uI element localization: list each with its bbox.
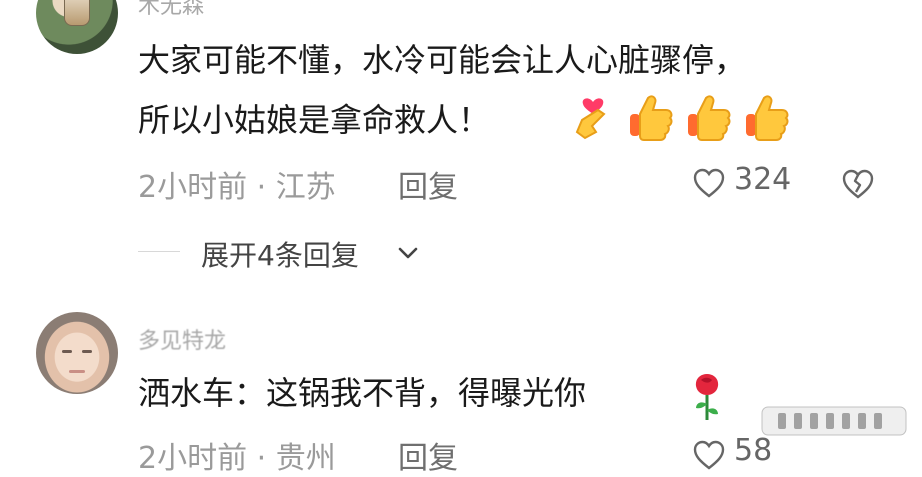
comment-meta: 2小时前 · 江苏 [138,170,336,205]
reply-button[interactable]: 回复 [398,433,458,477]
emoji-row [568,92,792,142]
like-count: 58 [734,433,773,468]
watermark-logo [761,406,907,436]
comment-text-line: 所以小姑娘是拿命救人！ [138,101,491,139]
broken-heart-outline-icon[interactable] [840,166,876,202]
avatar[interactable] [36,0,118,54]
thumbs-up-icon [684,92,734,142]
comment-username[interactable]: 木无森 [138,0,204,20]
chevron-down-icon[interactable] [397,244,419,262]
expand-divider [138,251,180,252]
expand-replies-link[interactable]: 展开4条回复 [201,234,359,274]
avatar[interactable] [36,312,118,394]
comment-text-line: 洒水车：这锅我不背，得曝光你 [138,374,587,412]
comment-text-line: 大家可能不懂，水冷可能会让人心脏骤停， [138,41,747,79]
avatar-image [62,350,72,353]
avatar-image [64,0,90,26]
rose-icon [695,374,719,420]
heart-outline-icon[interactable] [692,438,726,472]
like-count: 324 [734,162,792,197]
thumbs-up-icon [626,92,676,142]
finger-heart-icon [568,92,618,142]
avatar-image [82,350,92,353]
comment-username[interactable]: 多见特龙 [138,323,226,355]
thumbs-up-icon [742,92,792,142]
avatar-image [69,370,85,373]
comment-meta: 2小时前 · 贵州 [138,441,336,476]
reply-button[interactable]: 回复 [398,162,458,206]
heart-outline-icon[interactable] [692,166,726,200]
